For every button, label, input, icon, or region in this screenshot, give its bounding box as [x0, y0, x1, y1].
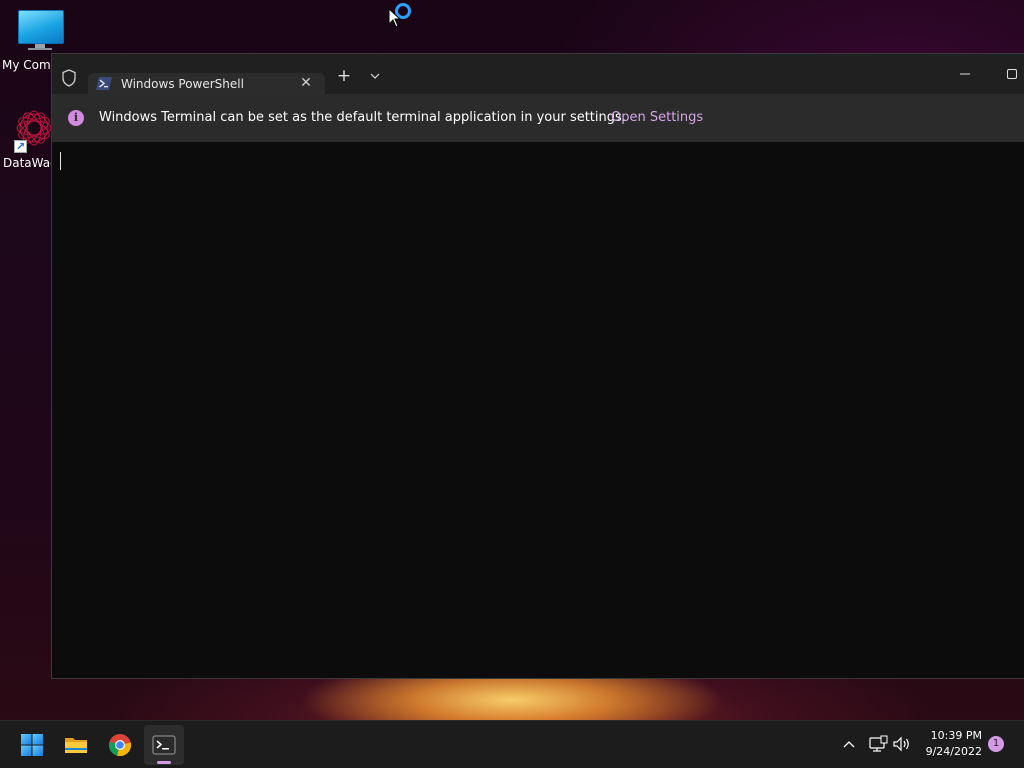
chrome-icon [108, 734, 132, 757]
console-output[interactable] [52, 142, 1024, 678]
terminal-icon [152, 735, 176, 755]
file-explorer-button[interactable] [56, 725, 96, 765]
shield-icon[interactable] [60, 68, 78, 88]
network-icon[interactable] [868, 735, 888, 753]
title-bar[interactable]: Windows PowerShell ✕ + [52, 54, 1024, 94]
terminal-window: Windows PowerShell ✕ + i Windows Termina… [51, 53, 1024, 679]
open-settings-link[interactable]: Open Settings [611, 110, 703, 125]
taskbar: 10:39 PM 9/24/2022 1 [0, 720, 1024, 768]
volume-icon[interactable] [892, 735, 912, 753]
minimize-icon[interactable] [957, 66, 973, 82]
text-cursor [60, 152, 61, 170]
tab-windows-powershell[interactable]: Windows PowerShell ✕ [88, 73, 325, 94]
chrome-button[interactable] [100, 725, 140, 765]
desktop-icon-label: DataWag [3, 156, 58, 170]
notification-badge[interactable]: 1 [988, 736, 1004, 752]
maximize-icon[interactable] [1004, 66, 1020, 82]
info-icon: i [68, 110, 84, 126]
terminal-taskbar-button[interactable] [144, 725, 184, 765]
windows-logo-icon [21, 734, 43, 756]
my-computer-icon [18, 10, 64, 44]
clock-date: 9/24/2022 [925, 745, 982, 758]
start-button[interactable] [12, 725, 52, 765]
mouse-cursor-icon [388, 8, 402, 28]
shortcut-arrow-icon: ↗ [14, 140, 27, 153]
folder-icon [65, 738, 87, 753]
desktop-icon-label: My Comp [2, 58, 59, 72]
close-icon[interactable]: ✕ [298, 75, 314, 91]
clock-time: 10:39 PM [930, 729, 982, 742]
chevron-down-icon[interactable] [367, 68, 383, 84]
default-terminal-infobar: i Windows Terminal can be set as the def… [52, 94, 1024, 142]
clock[interactable]: 10:39 PM 9/24/2022 [918, 728, 982, 760]
tab-title: Windows PowerShell [121, 77, 244, 91]
powershell-icon [96, 77, 112, 90]
active-app-indicator [157, 761, 171, 764]
infobar-message: Windows Terminal can be set as the defau… [99, 110, 626, 125]
chevron-up-icon[interactable] [841, 736, 857, 752]
new-tab-button[interactable]: + [335, 66, 353, 86]
